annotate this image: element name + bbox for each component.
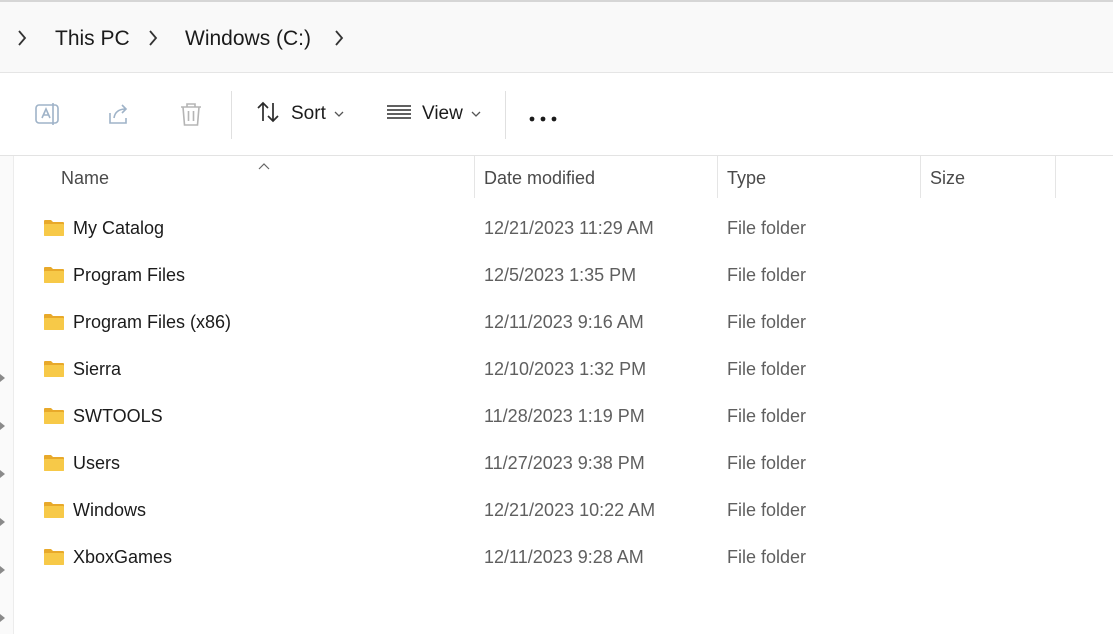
file-type: File folder [727,453,807,473]
folder-icon [43,548,65,566]
column-divider[interactable] [920,156,921,198]
breadcrumb-this-pc[interactable]: This PC [55,26,130,52]
column-header-date[interactable]: Date modified [484,168,595,189]
file-date: 12/21/2023 10:22 AM [484,500,656,520]
sort-label: Sort [291,103,326,124]
file-date: 12/11/2023 9:16 AM [484,312,644,332]
column-header-size[interactable]: Size [930,168,965,189]
view-icon [386,99,412,130]
chevron-right-icon[interactable] [15,28,29,48]
sort-button[interactable]: Sort [255,99,344,129]
folder-icon [43,219,65,237]
share-icon[interactable] [104,99,134,129]
file-type: File folder [727,312,807,332]
breadcrumb-windows-c[interactable]: Windows (C:) [185,26,311,52]
table-row[interactable]: My Catalog 12/21/2023 11:29 AM File fold… [14,206,1113,253]
trash-icon[interactable] [176,99,206,129]
file-date: 12/10/2023 1:32 PM [484,359,647,379]
file-type: File folder [727,547,807,567]
table-row[interactable]: Sierra 12/10/2023 1:32 PM File folder [14,347,1113,394]
view-label: View [422,103,463,124]
chevron-down-icon [334,105,344,123]
expand-arrow-icon[interactable] [0,566,6,574]
chevron-right-icon[interactable] [332,28,346,48]
column-divider[interactable] [474,156,475,198]
file-name: Sierra [73,359,122,379]
column-header-name[interactable]: Name [61,168,109,189]
table-row[interactable]: Program Files 12/5/2023 1:35 PM File fol… [14,253,1113,300]
file-date: 11/27/2023 9:38 PM [484,453,645,473]
more-icon[interactable] [528,111,558,122]
file-name: XboxGames [73,547,173,567]
chevron-right-icon[interactable] [146,28,160,48]
expand-arrow-icon[interactable] [0,470,6,478]
table-row[interactable]: SWTOOLS 11/28/2023 1:19 PM File folder [14,394,1113,441]
file-type: File folder [727,500,807,520]
expand-arrow-icon[interactable] [0,518,6,526]
file-type: File folder [727,359,807,379]
file-type: File folder [727,265,807,285]
folder-icon [43,501,65,519]
expand-arrow-icon[interactable] [0,422,6,430]
file-date: 12/21/2023 11:29 AM [484,218,654,238]
file-name: Users [73,453,121,473]
file-list: My Catalog 12/21/2023 11:29 AM File fold… [14,206,1113,582]
navigation-pane-edge[interactable] [0,156,14,634]
column-header-row: Name Date modified Type Size [14,156,1113,200]
file-date: 12/5/2023 1:35 PM [484,265,637,285]
toolbar-divider [505,91,506,139]
address-bar[interactable]: This PC Windows (C:) [0,2,1113,73]
folder-icon [43,266,65,284]
sort-icon [255,99,281,130]
expand-arrow-icon[interactable] [0,614,6,622]
file-name: My Catalog [73,218,165,238]
column-divider[interactable] [1055,156,1056,198]
command-bar: Sort View [0,73,1113,156]
table-row[interactable]: XboxGames 12/11/2023 9:28 AM File folder [14,535,1113,582]
chevron-down-icon [471,105,481,123]
folder-icon [43,454,65,472]
column-divider[interactable] [717,156,718,198]
file-name: Windows [73,500,147,520]
file-type: File folder [727,406,807,426]
rename-icon[interactable] [32,99,62,129]
expand-arrow-icon[interactable] [0,374,6,382]
column-header-type[interactable]: Type [727,168,766,189]
file-type: File folder [727,218,807,238]
view-button[interactable]: View [386,99,481,129]
folder-icon [43,360,65,378]
file-date: 12/11/2023 9:28 AM [484,547,644,567]
file-date: 11/28/2023 1:19 PM [484,406,645,426]
folder-icon [43,313,65,331]
table-row[interactable]: Users 11/27/2023 9:38 PM File folder [14,441,1113,488]
file-name: SWTOOLS [73,406,163,426]
file-name: Program Files (x86) [73,312,232,332]
folder-icon [43,407,65,425]
toolbar-divider [231,91,232,139]
file-name: Program Files [73,265,186,285]
table-row[interactable]: Windows 12/21/2023 10:22 AM File folder [14,488,1113,535]
table-row[interactable]: Program Files (x86) 12/11/2023 9:16 AM F… [14,300,1113,347]
